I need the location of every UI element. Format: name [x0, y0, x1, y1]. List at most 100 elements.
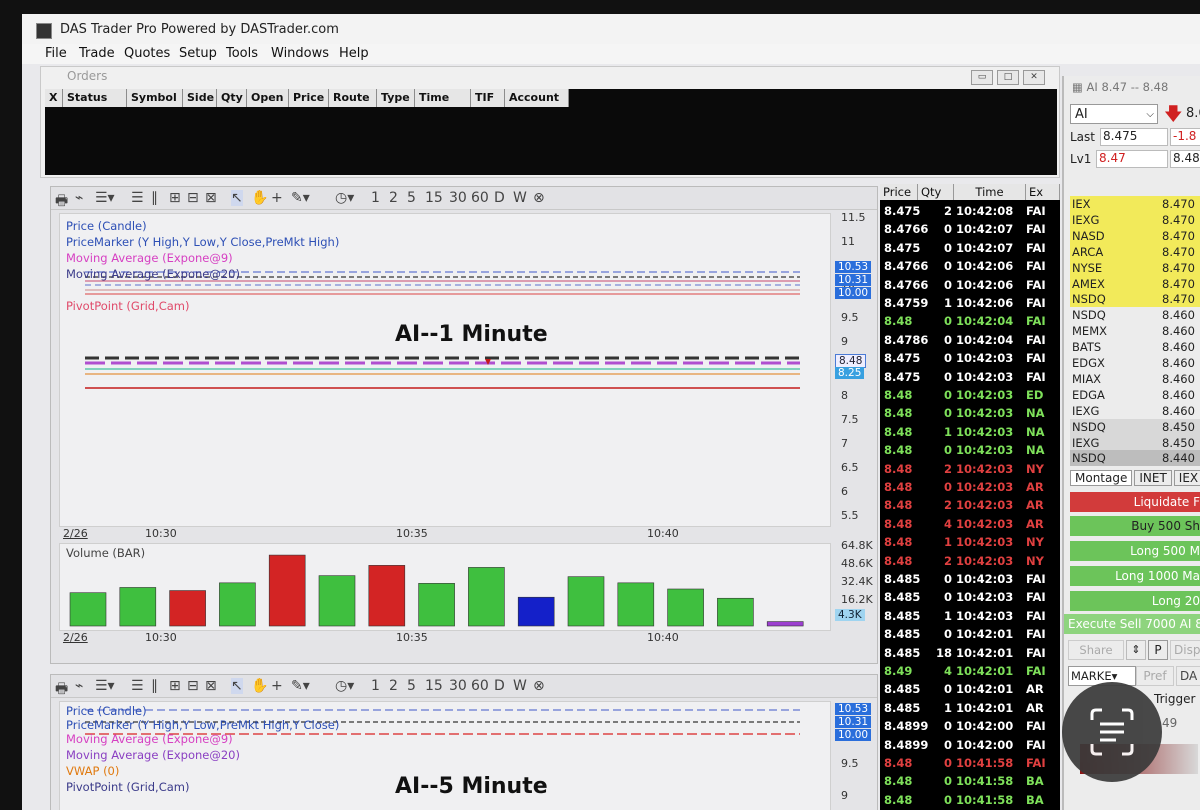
clock-icon[interactable]: ◷▾ [335, 190, 354, 206]
zoom-out-icon[interactable]: ⊟ [187, 190, 199, 206]
study2-ema20[interactable]: Moving Average (Expone@20) [66, 748, 240, 762]
crosshair-icon[interactable]: + [271, 678, 283, 694]
ts-col-time[interactable]: Time [954, 184, 1026, 200]
level2-row[interactable]: EDGA 8.460 [1070, 386, 1200, 403]
period-60[interactable]: 60 [471, 190, 489, 206]
long-1000-button[interactable]: Long 1000 Ma [1070, 566, 1200, 586]
level2-row[interactable]: EDGX 8.460 [1070, 355, 1200, 371]
study-pivot[interactable]: PivotPoint (Grid,Cam) [66, 299, 189, 313]
study-price[interactable]: Price (Candle) [66, 219, 147, 233]
split-icon[interactable]: ∥ [151, 678, 158, 694]
da-field[interactable]: DA [1176, 666, 1200, 686]
study2-ema9[interactable]: Moving Average (Expone@9) [66, 732, 233, 746]
menu-setup[interactable]: Setup [179, 46, 217, 61]
level2-row[interactable]: NYSE 8.470 [1070, 259, 1200, 276]
link-icon[interactable]: ⌁ [75, 190, 83, 206]
study-ema20[interactable]: Moving Average (Expone@20) [66, 267, 240, 281]
level2-row[interactable]: IEXG 8.470 [1070, 211, 1200, 228]
period-w[interactable]: W [513, 678, 527, 694]
draw-icon[interactable]: ✎▾ [291, 678, 310, 694]
tab-montage[interactable]: Montage [1070, 470, 1133, 486]
period-5[interactable]: 5 [407, 190, 416, 206]
level2-row[interactable]: NSDQ 8.450 [1070, 418, 1200, 435]
print-icon[interactable]: 🖶 [55, 190, 68, 214]
study2-pricemarker[interactable]: PriceMarker (Y High,Y Low,PreMkt High,Y … [66, 718, 339, 732]
share-field[interactable]: Share [1068, 640, 1124, 660]
tab-iex[interactable]: IEX [1173, 470, 1200, 486]
menu-windows[interactable]: Windows [271, 46, 329, 61]
bars-icon[interactable]: ☰ [131, 678, 144, 694]
crosshair-icon[interactable]: + [271, 190, 283, 206]
ts-col-ex[interactable]: Ex [1026, 184, 1060, 200]
menu-tools[interactable]: Tools [226, 46, 258, 61]
study2-vwap[interactable]: VWAP (0) [66, 764, 119, 778]
menu-quotes[interactable]: Quotes [124, 46, 170, 61]
col-qty[interactable]: Qty [217, 89, 247, 107]
col-symbol[interactable]: Symbol [127, 89, 183, 107]
layout-icon[interactable]: ☰▾ [95, 678, 115, 694]
buy-500-button[interactable]: Buy 500 Sh [1070, 516, 1200, 536]
level2-row[interactable]: NSDQ 8.470 [1070, 291, 1200, 308]
col-side[interactable]: Side [183, 89, 217, 107]
col-x[interactable]: X [45, 89, 63, 107]
chevron-down-icon[interactable]: ⌵ [1146, 105, 1154, 125]
menu-help[interactable]: Help [339, 46, 369, 61]
long-2000-button[interactable]: Long 20 [1070, 591, 1200, 611]
ts-col-price[interactable]: Price [880, 184, 918, 200]
period-5[interactable]: 5 [407, 678, 416, 694]
study-ema9[interactable]: Moving Average (Expone@9) [66, 251, 233, 265]
level2-row[interactable]: AMEX 8.470 [1070, 275, 1200, 292]
spinner-icon[interactable]: ⇕ [1126, 640, 1146, 660]
level2-row[interactable]: NSDQ 8.460 [1070, 307, 1200, 324]
level2-row[interactable]: MIAX 8.460 [1070, 370, 1200, 387]
layout-icon[interactable]: ☰▾ [95, 190, 115, 206]
period-2[interactable]: 2 [389, 190, 398, 206]
period-30[interactable]: 30 [449, 190, 467, 206]
period-2[interactable]: 2 [389, 678, 398, 694]
ts-col-qty[interactable]: Qty [918, 184, 954, 200]
col-tif[interactable]: TIF [471, 89, 505, 107]
zoom-out-icon[interactable]: ⊟ [187, 678, 199, 694]
p-button[interactable]: P [1148, 640, 1168, 660]
col-type[interactable]: Type [377, 89, 415, 107]
long-500-button[interactable]: Long 500 M [1070, 541, 1200, 561]
period-w[interactable]: W [513, 190, 527, 206]
period-15[interactable]: 15 [425, 678, 443, 694]
cancel-icon[interactable]: ⊗ [533, 678, 545, 694]
draw-icon[interactable]: ✎▾ [291, 190, 310, 206]
col-time[interactable]: Time [415, 89, 471, 107]
zoom-in-icon[interactable]: ⊞ [169, 190, 181, 206]
zoom-reset-icon[interactable]: ⊠ [205, 190, 217, 206]
level2-row[interactable]: BATS 8.460 [1070, 339, 1200, 356]
period-30[interactable]: 30 [449, 678, 467, 694]
level2-row[interactable]: NSDQ 8.440 [1070, 450, 1200, 467]
hand-icon[interactable]: ✋ [251, 190, 268, 206]
bars-icon[interactable]: ☰ [131, 190, 144, 206]
close-button[interactable]: ✕ [1023, 70, 1045, 85]
period-1[interactable]: 1 [371, 678, 380, 694]
menu-file[interactable]: File [45, 46, 67, 61]
period-15[interactable]: 15 [425, 190, 443, 206]
col-open[interactable]: Open [247, 89, 289, 107]
study2-price[interactable]: Price (Candle) [66, 704, 147, 718]
restore-button[interactable]: ▭ [971, 70, 993, 85]
level2-row[interactable]: IEXG 8.460 [1070, 402, 1200, 419]
price-chart-area-2[interactable]: Price (Candle) PriceMarker (Y High,Y Low… [59, 701, 831, 810]
tab-inet[interactable]: INET [1134, 470, 1172, 486]
col-account[interactable]: Account [505, 89, 569, 107]
level2-row[interactable]: NASD 8.470 [1070, 227, 1200, 244]
zoom-reset-icon[interactable]: ⊠ [205, 678, 217, 694]
split-icon[interactable]: ∥ [151, 190, 158, 206]
lens-button[interactable] [1062, 682, 1162, 782]
maximize-button[interactable]: □ [997, 70, 1019, 85]
cursor-icon[interactable]: ↖ [231, 678, 243, 694]
period-d[interactable]: D [494, 678, 505, 694]
study2-pivot[interactable]: PivotPoint (Grid,Cam) [66, 780, 189, 794]
cancel-icon[interactable]: ⊗ [533, 190, 545, 206]
hand-icon[interactable]: ✋ [251, 678, 268, 694]
level2-row[interactable]: IEXG 8.450 [1070, 434, 1200, 451]
print-icon[interactable]: 🖶 [55, 678, 68, 702]
period-1[interactable]: 1 [371, 190, 380, 206]
period-d[interactable]: D [494, 190, 505, 206]
volume-area[interactable]: Volume (BAR) [59, 543, 831, 631]
